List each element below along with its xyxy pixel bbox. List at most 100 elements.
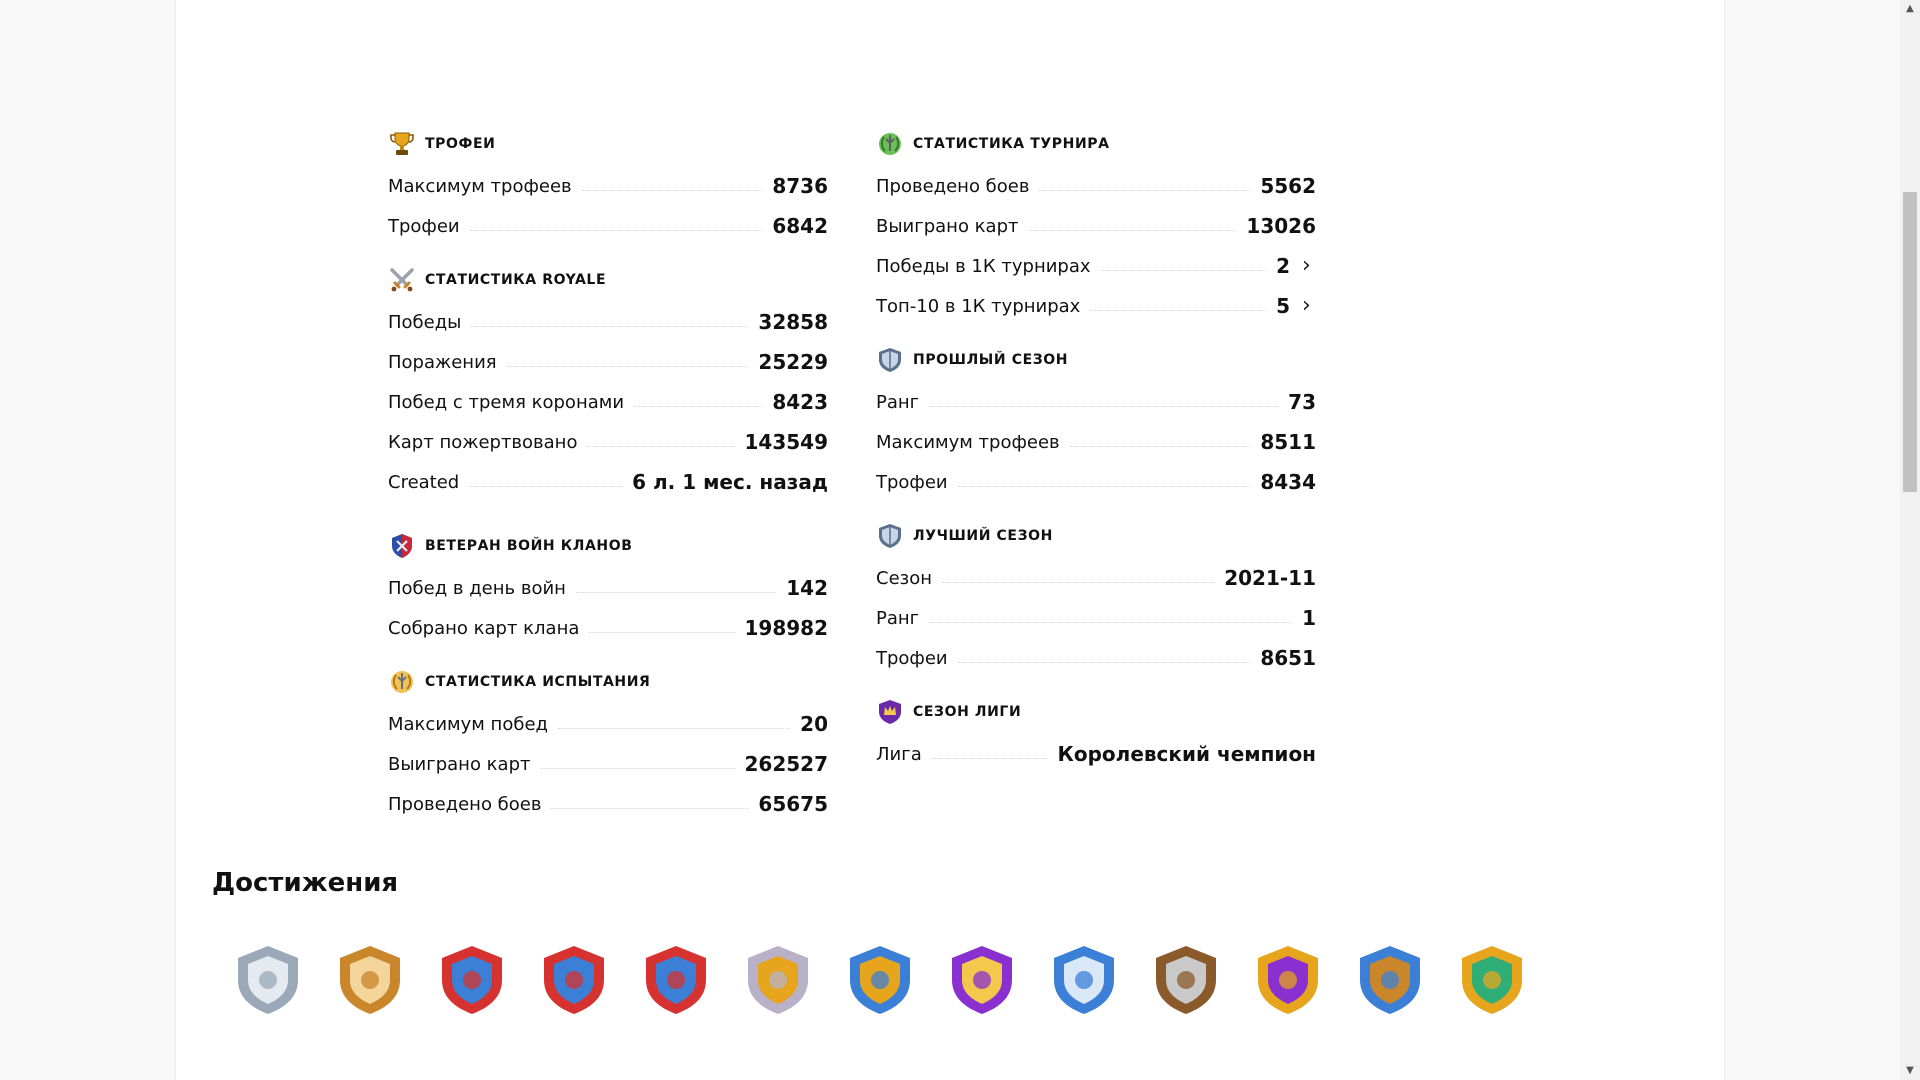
skull-badge-icon[interactable]	[1352, 942, 1428, 1018]
stat-label: Максимум побед	[388, 713, 548, 735]
dotted-leader	[557, 727, 791, 729]
dotted-leader	[575, 591, 777, 593]
scroll-thumb[interactable]	[1903, 192, 1917, 492]
stat-row: Собрано карт клана 198982	[388, 608, 828, 648]
stat-value: Королевский чемпион	[1057, 742, 1316, 766]
stats-column-left: ТРОФЕИ Максимум трофеев 8736 Трофеи 6842 СТАТ…	[388, 128, 828, 842]
stat-value: 65675	[758, 792, 828, 816]
section-title: СТАТИСТИКА ИСПЫТАНИЯ	[425, 674, 651, 690]
stat-row: Ранг 1	[876, 598, 1316, 638]
cards-badge-icon[interactable]	[1454, 942, 1530, 1018]
stat-label: Поражения	[388, 351, 497, 373]
section-title: СЕЗОН ЛИГИ	[913, 704, 1022, 720]
stat-row: Трофеи 8434	[876, 462, 1316, 502]
stat-value: 6 л. 1 мес. назад	[632, 470, 828, 494]
stat-label: Трофеи	[876, 471, 948, 493]
stats-section: СЕЗОН ЛИГИ Лига Королевский чемпион	[876, 696, 1316, 774]
dotted-leader	[540, 767, 735, 769]
tournament-laurel-icon	[876, 130, 904, 158]
dotted-leader	[929, 621, 1293, 623]
stat-row: Лига Королевский чемпион	[876, 734, 1316, 774]
stats-section: ЛУЧШИЙ СЕЗОН Сезон 2021-11 Ранг 1 Трофеи 8651	[876, 520, 1316, 678]
stat-value: 2021-11	[1224, 566, 1316, 590]
stat-value: 143549	[744, 430, 829, 454]
stat-label: Выиграно карт	[876, 215, 1019, 237]
stat-value: 8736	[772, 174, 828, 198]
gold-trophy-badge-icon[interactable]	[740, 942, 816, 1018]
purple-gem-badge-icon[interactable]	[1250, 942, 1326, 1018]
dotted-leader	[581, 189, 763, 191]
dotted-leader	[1039, 189, 1251, 191]
year-2021-badge-icon[interactable]	[638, 942, 714, 1018]
stat-row[interactable]: Победы в 1К турнирах 2 ›	[876, 246, 1316, 286]
section-title: ВЕТЕРАН ВОЙН КЛАНОВ	[425, 538, 633, 554]
stat-row: Выиграно карт 13026	[876, 206, 1316, 246]
stat-row[interactable]: Топ-10 в 1К турнирах 5 ›	[876, 286, 1316, 326]
stat-value: 2	[1276, 254, 1290, 278]
stat-label: Победы в 1К турнирах	[876, 255, 1091, 277]
stat-value: 13026	[1246, 214, 1316, 238]
stat-label: Топ-10 в 1К турнирах	[876, 295, 1081, 317]
dotted-leader	[1069, 445, 1251, 447]
stat-value: 142	[786, 576, 828, 600]
stat-row: Побед в день войн 142	[388, 568, 828, 608]
section-header: СТАТИСТИКА ROYALE	[388, 264, 828, 296]
chevron-right-icon[interactable]: ›	[1302, 295, 1316, 317]
trophy-icon	[388, 130, 416, 158]
achievements-heading: Достижения	[212, 868, 399, 898]
stat-label: Трофеи	[388, 215, 460, 237]
crossed-swords-icon	[388, 266, 416, 294]
stat-row: Сезон 2021-11	[876, 558, 1316, 598]
dotted-leader	[942, 581, 1215, 583]
stat-label: Максимум трофеев	[388, 175, 572, 197]
stat-row: Трофеи 6842	[388, 206, 828, 246]
vertical-scrollbar[interactable]: ▲ ▼	[1900, 0, 1920, 1080]
stat-value: 6842	[772, 214, 828, 238]
stat-label: Ранг	[876, 607, 920, 629]
stat-row: Максимум трофеев 8736	[388, 166, 828, 206]
stat-value: 8434	[1260, 470, 1316, 494]
stats-section: ВЕТЕРАН ВОЙН КЛАНОВ Побед в день войн 142 С…	[388, 530, 828, 648]
dotted-leader	[929, 405, 1279, 407]
stats-section: ТРОФЕИ Максимум трофеев 8736 Трофеи 6842	[388, 128, 828, 246]
stat-row: Побед с тремя коронами 8423	[388, 382, 828, 422]
year-2019-badge-icon[interactable]	[536, 942, 612, 1018]
blue-trophy-badge-icon[interactable]	[842, 942, 918, 1018]
dotted-leader	[957, 661, 1251, 663]
scroll-down-arrow-icon[interactable]: ▼	[1900, 1062, 1920, 1080]
stats-column-right: СТАТИСТИКА ТУРНИРА Проведено боев 5562 Выиг…	[876, 128, 1316, 792]
scroll-up-arrow-icon[interactable]: ▲	[1900, 0, 1920, 18]
stat-label: Трофеи	[876, 647, 948, 669]
stat-value: 1	[1302, 606, 1316, 630]
silver-sword-badge-icon[interactable]	[230, 942, 306, 1018]
league-crown-icon	[876, 698, 904, 726]
challenge-laurel-icon	[388, 668, 416, 696]
stat-value: 20	[800, 712, 828, 736]
stats-section: СТАТИСТИКА ИСПЫТАНИЯ Максимум побед 20 Выиг…	[388, 666, 828, 824]
clan-war-shield-icon	[388, 532, 416, 560]
stat-row: Поражения 25229	[388, 342, 828, 382]
achievement-badges	[230, 942, 1556, 1018]
season-shield-icon	[876, 346, 904, 374]
stats-section: СТАТИСТИКА ТУРНИРА Проведено боев 5562 Выиг…	[876, 128, 1316, 326]
stat-row: Максимум трофеев 8511	[876, 422, 1316, 462]
dotted-leader	[551, 807, 749, 809]
stat-row: Трофеи 8651	[876, 638, 1316, 678]
year-2018-badge-icon[interactable]	[434, 942, 510, 1018]
purple-medal-badge-icon[interactable]	[944, 942, 1020, 1018]
section-header: ВЕТЕРАН ВОЙН КЛАНОВ	[388, 530, 828, 562]
stat-value: 8651	[1260, 646, 1316, 670]
stat-value: 8511	[1260, 430, 1316, 454]
stat-label: Побед с тремя коронами	[388, 391, 625, 413]
stat-label: Побед в день войн	[388, 577, 566, 599]
chevron-right-icon[interactable]: ›	[1302, 255, 1316, 277]
gold-sword-badge-icon[interactable]	[332, 942, 408, 1018]
crossed-swords-badge-icon[interactable]	[1148, 942, 1224, 1018]
stat-row: Карт пожертвовано 143549	[388, 422, 828, 462]
dotted-leader	[506, 365, 749, 367]
stat-label: Created	[388, 471, 460, 493]
stat-value: 5562	[1260, 174, 1316, 198]
crown-shield-badge-icon[interactable]	[1046, 942, 1122, 1018]
stat-row: Максимум побед 20	[388, 704, 828, 744]
section-title: СТАТИСТИКА ROYALE	[425, 272, 607, 288]
